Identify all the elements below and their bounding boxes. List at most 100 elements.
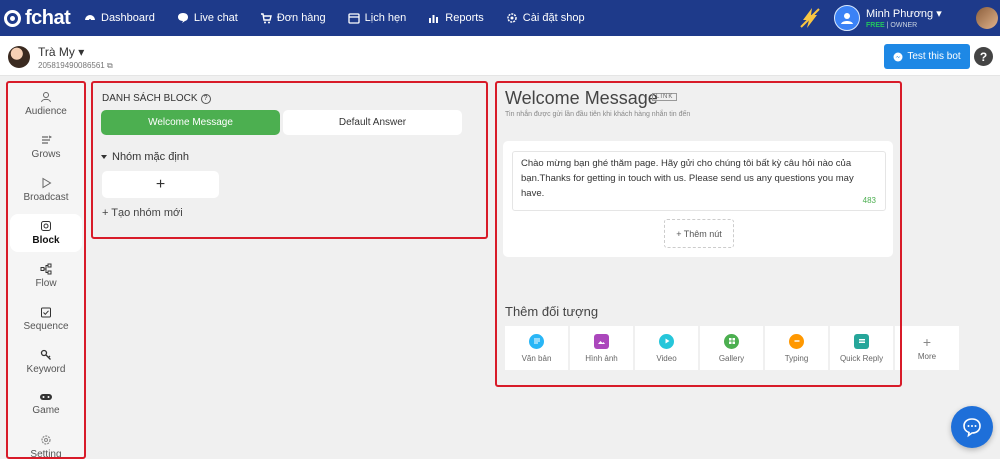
fchat-logo-icon — [4, 9, 21, 27]
gallery-icon — [724, 333, 739, 349]
user-name: Minh Phương — [866, 8, 934, 20]
brand-logo[interactable]: fchat — [4, 7, 84, 30]
caret-down-icon — [101, 155, 107, 159]
nav-shop-settings[interactable]: Cài đặt shop — [506, 12, 585, 24]
tool-typing[interactable]: Typing — [765, 326, 828, 370]
user-icon — [841, 13, 853, 24]
page-avatar — [8, 46, 30, 68]
typing-icon — [789, 333, 804, 349]
sidebar-item-broadcast[interactable]: Broadcast — [10, 171, 82, 209]
sidebar-item-label: Setting — [30, 449, 62, 459]
nav-orders-label: Đơn hàng — [276, 12, 326, 24]
sidebar-item-label: Grows — [31, 149, 61, 160]
tool-label: More — [917, 352, 937, 361]
sidebar-item-label: Keyword — [26, 364, 66, 375]
support-chat-button[interactable] — [951, 406, 993, 448]
nav-dashboard-label: Dashboard — [101, 12, 155, 24]
sidebar-item-sequence[interactable]: Sequence — [10, 300, 82, 338]
help-icon[interactable]: ? — [974, 47, 993, 66]
grow-icon — [42, 135, 52, 144]
gear-icon — [41, 435, 51, 445]
quick-reply-icon — [854, 333, 869, 349]
sidebar-item-grows[interactable]: Grows — [10, 128, 82, 166]
user-icon — [41, 92, 51, 103]
sidebar-item-flow[interactable]: Flow — [10, 257, 82, 295]
tool-quick-reply[interactable]: Quick Reply — [830, 326, 893, 370]
sidebar-item-label: Block — [32, 235, 60, 246]
chat-icon — [177, 13, 188, 23]
sidebar: Audience Grows Broadcast Block Flow Sequ… — [8, 83, 86, 459]
tool-text[interactable]: Văn bản — [505, 326, 568, 370]
plus-icon: + — [922, 334, 932, 350]
message-text-field[interactable]: Chào mừng bạn ghé thăm page. Hãy gửi cho… — [512, 151, 886, 211]
tool-label: Gallery — [718, 353, 745, 363]
sidebar-item-block[interactable]: Block — [10, 214, 82, 252]
chart-icon — [429, 15, 439, 23]
nav-reports[interactable]: Reports — [428, 12, 484, 24]
block-title[interactable]: Welcome Message — [505, 88, 658, 109]
dashboard-icon — [85, 15, 95, 21]
messenger-icon — [893, 52, 903, 61]
sequence-icon — [41, 307, 51, 318]
block-icon — [41, 221, 51, 231]
welcome-message-button[interactable]: Welcome Message — [101, 110, 280, 135]
add-button-button[interactable]: + Thêm nút — [664, 219, 734, 248]
link-badge[interactable]: LINK — [652, 93, 678, 101]
default-answer-button[interactable]: Default Answer — [283, 110, 462, 135]
nav-dashboard[interactable]: Dashboard — [84, 12, 155, 24]
sidebar-item-label: Audience — [25, 106, 67, 117]
tool-gallery[interactable]: Gallery — [700, 326, 763, 370]
help-icon[interactable]: ? — [200, 93, 211, 104]
nav-user-area: Minh Phương ▾ FREE | OWNER — [798, 0, 1000, 36]
group-name: Nhóm mặc định — [112, 151, 190, 163]
message-card: Chào mừng bạn ghé thăm page. Hãy gửi cho… — [503, 141, 893, 257]
sidebar-item-label: Flow — [35, 278, 57, 289]
user-menu[interactable]: Minh Phương ▾ FREE | OWNER — [866, 7, 976, 29]
tool-more[interactable]: + More — [895, 326, 959, 370]
nav-live-chat[interactable]: Live chat — [177, 12, 238, 24]
nav-live-chat-label: Live chat — [193, 12, 238, 24]
tool-label: Quick Reply — [839, 353, 884, 363]
sidebar-item-setting[interactable]: Setting — [10, 428, 82, 459]
video-icon — [659, 333, 674, 349]
role-label: OWNER — [890, 22, 918, 29]
group-header[interactable]: Nhóm mặc định — [101, 151, 189, 163]
gamepad-icon — [40, 394, 52, 400]
page-id-row: 2058194900865​61 ⧉ — [38, 61, 113, 71]
page-selector[interactable]: Trà My ▾ — [38, 45, 84, 59]
chevron-down-icon: ▾ — [78, 45, 85, 59]
copy-icon[interactable]: ⧉ — [107, 61, 113, 70]
sidebar-item-label: Sequence — [23, 321, 69, 332]
user-avatar[interactable] — [834, 5, 860, 31]
tool-label: Video — [656, 353, 677, 363]
test-bot-button[interactable]: Test this bot — [884, 44, 970, 69]
block-list-panel: DANH SÁCH BLOCK ? Welcome Message Defaul… — [93, 83, 487, 239]
nav-reports-label: Reports — [445, 12, 484, 24]
block-list-title-row: DANH SÁCH BLOCK ? — [102, 93, 211, 104]
tool-label: Hình ảnh — [585, 353, 618, 363]
nav-appointments-label: Lịch hẹn — [364, 12, 407, 24]
brand-name: fchat — [25, 6, 71, 29]
tool-image[interactable]: Hình ảnh — [570, 326, 633, 370]
sidebar-item-game[interactable]: Game — [10, 385, 82, 423]
page-name: Trà My — [38, 45, 75, 59]
add-object-title: Thêm đối tượng — [505, 304, 599, 319]
nav-orders[interactable]: Đơn hàng — [260, 12, 326, 24]
cart-icon — [260, 13, 272, 24]
block-description: Tin nhắn được gửi lần đầu tiên khi khách… — [505, 111, 691, 118]
sidebar-item-label: Game — [32, 405, 60, 416]
add-block-button[interactable]: + — [102, 171, 219, 198]
calendar-icon — [348, 13, 360, 24]
tool-label: Typing — [784, 353, 809, 363]
tool-video[interactable]: Video — [635, 326, 698, 370]
nav-appointments[interactable]: Lịch hẹn — [348, 12, 407, 24]
chevron-down-icon: ▾ — [936, 8, 942, 20]
text-icon — [529, 333, 544, 349]
create-group-link[interactable]: + Tạo nhóm mới — [102, 207, 183, 219]
sidebar-item-audience[interactable]: Audience — [10, 85, 82, 123]
lightning-icon[interactable] — [798, 6, 822, 30]
shop-avatar[interactable] — [976, 7, 998, 29]
message-text: Chào mừng bạn ghé thăm page. Hãy gửi cho… — [521, 158, 854, 199]
tool-label: Văn bản — [521, 353, 552, 363]
sidebar-item-keyword[interactable]: Keyword — [10, 343, 82, 381]
